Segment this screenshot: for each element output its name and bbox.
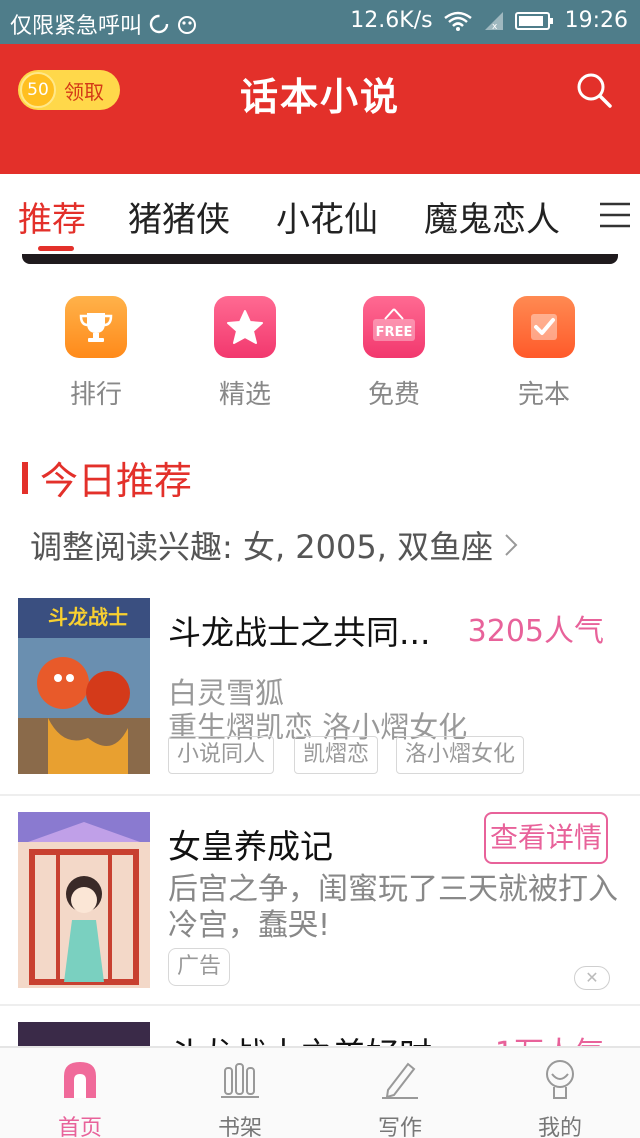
- nav-bookshelf[interactable]: 书架: [190, 1058, 290, 1138]
- popularity-count: 1万人气: [495, 1028, 604, 1046]
- popularity-count: 3205人气: [467, 614, 604, 649]
- ad-description: 后宫之争，闺蜜玩了三天就被打入冷宫，蠢哭!: [168, 872, 618, 943]
- shortcut-label: 排行: [69, 380, 122, 410]
- book-tag[interactable]: 洛小熠女化: [396, 736, 525, 774]
- book-tag[interactable]: 凯熠恋: [294, 736, 379, 774]
- ad-title: 女皇养成记: [168, 827, 333, 866]
- book-tag[interactable]: 小说同人: [168, 736, 275, 774]
- section-header: 今日推荐: [22, 450, 192, 505]
- book-item[interactable]: 斗龙战士之美好时 1万人气: [0, 1022, 640, 1046]
- book-cover[interactable]: 斗龙战士: [18, 598, 150, 774]
- section-title: 今日推荐: [40, 459, 193, 503]
- active-tab-indicator: [38, 246, 74, 251]
- book-title: 斗龙战士之共同...: [168, 613, 431, 652]
- notification-face-icon: [178, 16, 197, 34]
- free-sign-icon: FREE: [363, 296, 425, 358]
- nav-label: 首页: [57, 1116, 102, 1138]
- divider: [0, 1004, 640, 1006]
- nav-home[interactable]: 首页: [30, 1058, 130, 1138]
- shortcut-completed[interactable]: 完本: [484, 296, 604, 411]
- book-cover[interactable]: [18, 1022, 150, 1046]
- section-accent-bar: [22, 461, 28, 494]
- search-icon[interactable]: [574, 70, 614, 110]
- signal-icon: x: [484, 11, 503, 32]
- book-title: 斗龙战士之美好时: [168, 1028, 432, 1046]
- app-header: 50 领取 话本小说: [0, 44, 640, 174]
- free-sign-text: FREE: [376, 325, 413, 340]
- shortcut-label: 完本: [517, 380, 570, 410]
- ad-item[interactable]: 女皇养成记 查看详情 后宫之争，闺蜜玩了三天就被打入冷宫，蠢哭! 广告 ✕: [0, 812, 640, 1002]
- clock: 19:26: [564, 8, 628, 33]
- shortcut-row: 排行 精选 FREE 免费 完本: [0, 296, 640, 416]
- profile-icon: [546, 1060, 574, 1099]
- nav-write[interactable]: 写作: [350, 1058, 450, 1138]
- shortcut-label: 精选: [218, 380, 271, 410]
- status-bar: 仅限紧急呼叫 12.6K/s x 19:26: [0, 0, 640, 44]
- tab-recommend[interactable]: 推荐: [18, 192, 86, 241]
- nav-profile[interactable]: 我的: [510, 1058, 610, 1138]
- star-icon: [214, 296, 276, 358]
- nav-label: 我的: [537, 1116, 582, 1138]
- shortcut-label: 免费: [367, 380, 420, 410]
- view-details-button[interactable]: 查看详情: [484, 812, 608, 864]
- trophy-icon: [65, 296, 127, 358]
- menu-icon[interactable]: [600, 202, 630, 228]
- tab-zhuzhuxia[interactable]: 猪猪侠: [128, 192, 230, 241]
- app-title: 话本小说: [239, 75, 400, 119]
- shortcut-ranking[interactable]: 排行: [36, 296, 156, 411]
- bottom-navigation: 首页 书架 写作 我的: [0, 1046, 640, 1138]
- banner-carousel[interactable]: [22, 254, 618, 264]
- wifi-icon: [443, 11, 472, 31]
- checkmark-book-icon: [513, 296, 575, 358]
- nav-label: 写作: [377, 1116, 422, 1138]
- ad-badge: 广告: [168, 948, 231, 986]
- reading-interest-link[interactable]: 调整阅读兴趣: 女, 2005, 双鱼座: [30, 522, 519, 568]
- divider: [0, 794, 640, 796]
- close-icon[interactable]: ✕: [574, 966, 610, 990]
- carrier-text: 仅限紧急呼叫: [10, 14, 143, 39]
- tab-demon-lovers[interactable]: 魔鬼恋人: [424, 192, 560, 241]
- home-icon: [64, 1062, 96, 1098]
- svg-text:斗龙战士: 斗龙战士: [48, 605, 128, 629]
- svg-text:x: x: [492, 22, 498, 32]
- shortcut-free[interactable]: FREE 免费: [334, 296, 454, 411]
- interest-text: 调整阅读兴趣: 女, 2005, 双鱼座: [30, 528, 494, 566]
- network-speed: 12.6K/s: [350, 8, 433, 33]
- category-tabs: 推荐 猪猪侠 小花仙 魔鬼恋人: [0, 174, 640, 254]
- chevron-right-icon: [505, 534, 518, 556]
- bookshelf-icon: [221, 1063, 259, 1098]
- book-item[interactable]: 斗龙战士 斗龙战士之共同... 3205人气 白灵雪狐 重生熠凯恋 洛小熠女化 …: [0, 598, 640, 794]
- pen-icon: [382, 1062, 418, 1099]
- shortcut-featured[interactable]: 精选: [185, 296, 305, 411]
- sync-icon: [149, 14, 169, 34]
- nav-label: 书架: [217, 1116, 262, 1138]
- battery-icon: [514, 11, 553, 30]
- tab-xiaohuaxian[interactable]: 小花仙: [276, 192, 378, 241]
- ad-cover[interactable]: [18, 812, 150, 988]
